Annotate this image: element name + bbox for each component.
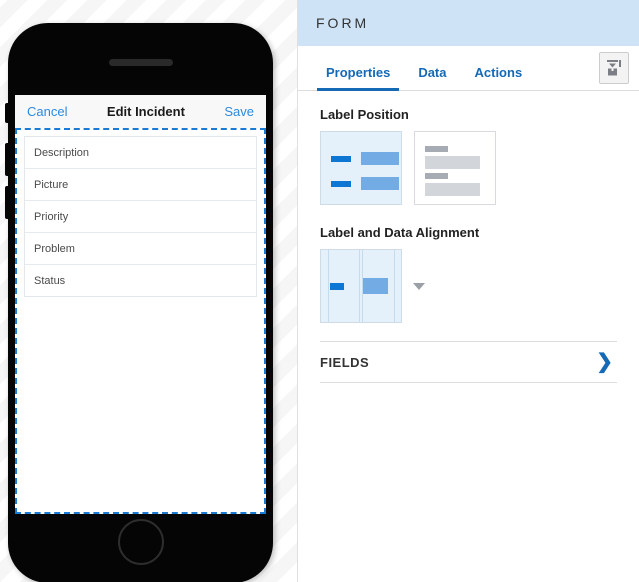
tab-label: Properties xyxy=(326,65,391,80)
list-item[interactable]: Problem xyxy=(25,233,256,265)
field-label: Picture xyxy=(34,178,69,191)
field-label: Status xyxy=(34,274,66,287)
form-designer-screen: Cancel Edit Incident Save Description Pi… xyxy=(0,0,639,582)
data-bar-icon xyxy=(363,278,388,294)
data-bar-icon xyxy=(425,156,480,169)
label-bar-icon xyxy=(425,146,448,152)
tab-actions[interactable]: Actions xyxy=(461,65,537,90)
phone-device-frame: Cancel Edit Incident Save Description Pi… xyxy=(5,23,273,582)
data-bar-icon xyxy=(361,152,399,165)
label-data-alignment-heading: Label and Data Alignment xyxy=(320,225,480,240)
collapse-panel-button[interactable] xyxy=(599,52,629,84)
field-label: Priority xyxy=(34,210,69,223)
panel-body: Label Position Label and Data Alignment … xyxy=(298,91,639,383)
guide-line xyxy=(328,250,329,322)
list-item[interactable]: Description xyxy=(25,137,256,169)
guide-line xyxy=(359,250,360,322)
field-label: Problem xyxy=(34,242,75,255)
chevron-right-icon: ❯ xyxy=(596,351,613,373)
tab-label: Data xyxy=(418,65,447,80)
mobile-navbar: Cancel Edit Incident Save xyxy=(15,95,266,128)
thumb-row-preview xyxy=(425,146,480,169)
guide-line xyxy=(394,250,395,322)
label-position-options xyxy=(320,131,617,205)
alignment-left-option[interactable] xyxy=(320,249,402,323)
list-item[interactable]: Picture xyxy=(25,169,256,201)
list-item[interactable]: Priority xyxy=(25,201,256,233)
caret-down-icon[interactable] xyxy=(413,282,425,290)
label-position-heading: Label Position xyxy=(320,107,409,122)
save-button[interactable]: Save xyxy=(224,105,254,118)
field-label: Description xyxy=(34,146,90,159)
form-drop-region[interactable]: Description Picture Priority Problem Sta xyxy=(15,128,266,514)
collapse-panel-icon xyxy=(607,60,621,76)
tab-label: Actions xyxy=(474,65,523,80)
tab-properties[interactable]: Properties xyxy=(312,65,404,91)
label-bar-icon xyxy=(425,173,448,179)
panel-tabbar: Properties Data Actions xyxy=(298,46,639,91)
thumb-row-preview xyxy=(331,152,399,165)
label-bar-icon xyxy=(331,155,351,162)
home-button[interactable] xyxy=(117,519,164,565)
silent-switch-button[interactable] xyxy=(5,103,9,123)
speaker-grille-icon xyxy=(108,59,173,66)
data-bar-icon xyxy=(361,177,399,190)
label-bar-icon xyxy=(331,180,351,187)
label-position-side-option[interactable] xyxy=(320,131,402,205)
panel-title: FORM xyxy=(316,15,370,31)
tab-data[interactable]: Data xyxy=(404,65,460,90)
panel-header: FORM xyxy=(298,0,639,46)
design-canvas: Cancel Edit Incident Save Description Pi… xyxy=(0,0,297,582)
volume-up-button[interactable] xyxy=(5,143,9,176)
form-field-list: Description Picture Priority Problem Sta xyxy=(24,136,257,297)
list-item[interactable]: Status xyxy=(25,265,256,297)
data-bar-icon xyxy=(425,183,480,196)
cancel-button[interactable]: Cancel xyxy=(27,105,67,118)
label-position-above-option[interactable] xyxy=(414,131,496,205)
thumb-row-preview xyxy=(425,173,480,196)
volume-down-button[interactable] xyxy=(5,186,9,219)
label-data-alignment-options xyxy=(320,249,617,323)
fields-label: FIELDS xyxy=(320,354,370,370)
properties-panel: FORM Properties Data Actions Label Posit… xyxy=(297,0,639,582)
thumb-row-preview xyxy=(331,177,399,190)
fields-section-row[interactable]: FIELDS ❯ xyxy=(320,341,617,383)
phone-screen: Cancel Edit Incident Save Description Pi… xyxy=(15,95,266,514)
label-bar-icon xyxy=(330,283,344,290)
page-title: Edit Incident xyxy=(106,104,185,119)
